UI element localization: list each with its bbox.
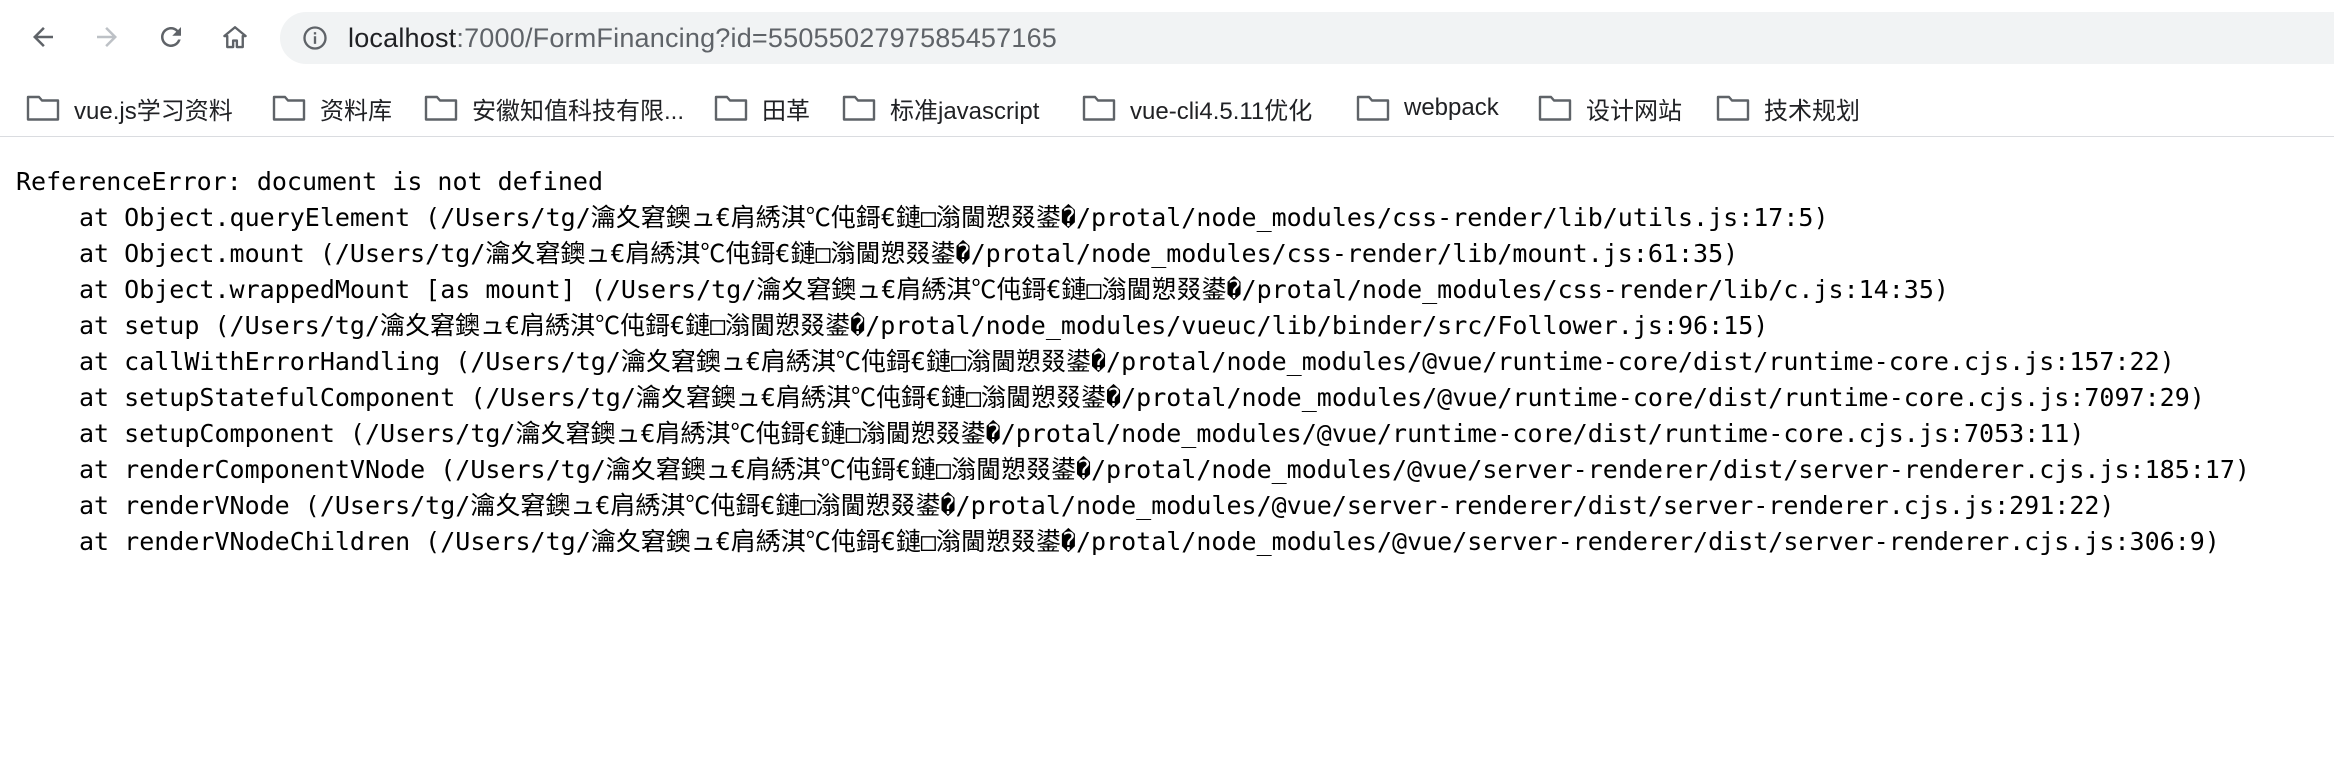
home-icon xyxy=(223,26,247,49)
bookmarks-bar: vue.js学习资料 资料库 安徽知值科技有限... 田革 标准javascri… xyxy=(0,80,2334,137)
bookmark-label: 设计网站 xyxy=(1586,97,1682,125)
stack-frame: at Object.wrappedMount [as mount] (/User… xyxy=(79,275,1949,304)
folder-icon xyxy=(1716,94,1750,122)
folder-icon xyxy=(272,94,306,122)
reload-button[interactable] xyxy=(148,14,194,60)
url-host: localhost xyxy=(348,22,457,53)
stack-frame: at setupStatefulComponent (/Users/tg/瀹夊窘… xyxy=(79,383,2205,412)
folder-icon xyxy=(714,94,748,122)
back-button[interactable] xyxy=(20,14,66,60)
bookmark-folder[interactable]: 安徽知值科技有限... xyxy=(424,88,684,128)
folder-icon xyxy=(842,94,876,122)
url-text[interactable]: localhost:7000/FormFinancing?id=55055027… xyxy=(348,23,1057,54)
bookmark-folder[interactable]: 资料库 xyxy=(272,88,392,128)
bookmark-label: vue.js学习资料 xyxy=(74,97,233,125)
folder-icon xyxy=(1082,94,1116,122)
bookmark-label: 技术规划 xyxy=(1764,97,1860,125)
stack-frame: at setup (/Users/tg/瀹夊窘鐭ュ€肩綉淇℃伅鎶€鏈□滃閫愬叕鍙… xyxy=(79,311,1769,340)
bookmark-label: 标准javascript xyxy=(890,97,1040,125)
arrow-left-icon xyxy=(33,27,53,47)
bookmark-folder[interactable]: 技术规划 xyxy=(1716,88,1860,128)
browser-toolbar: localhost:7000/FormFinancing?id=55055027… xyxy=(0,0,2334,76)
bookmark-folder[interactable]: webpack xyxy=(1356,88,1499,128)
stack-frame: at renderComponentVNode (/Users/tg/瀹夊窘鐭ュ… xyxy=(79,455,2250,484)
bookmark-folder[interactable]: 标准javascript xyxy=(842,88,1039,128)
address-bar[interactable]: localhost:7000/FormFinancing?id=55055027… xyxy=(280,12,2334,64)
bookmark-label: 安徽知值科技有限... xyxy=(472,97,685,125)
url-path: :7000/FormFinancing?id=55055027975854571… xyxy=(456,22,1058,53)
bookmark-folder[interactable]: 设计网站 xyxy=(1538,88,1682,128)
bookmark-label: 田革 xyxy=(762,97,810,125)
bookmark-folder[interactable]: vue.js学习资料 xyxy=(26,88,233,128)
folder-icon xyxy=(26,94,60,122)
folder-icon xyxy=(1356,94,1390,122)
arrow-right-icon xyxy=(97,27,117,47)
stack-frame: at Object.queryElement (/Users/tg/瀹夊窘鐭ュ€… xyxy=(79,203,1829,232)
bookmark-label: vue-cli4.5.11优化 xyxy=(1130,97,1313,125)
stack-frame: at callWithErrorHandling (/Users/tg/瀹夊窘鐭… xyxy=(79,347,2175,376)
page-content: ReferenceError: document is not defined … xyxy=(0,137,2334,764)
bookmark-label: webpack xyxy=(1404,94,1499,121)
home-button[interactable] xyxy=(212,14,258,60)
bookmark-folder[interactable]: 田革 xyxy=(714,88,810,128)
error-message: ReferenceError: document is not defined xyxy=(16,167,603,196)
bookmark-folder[interactable]: vue-cli4.5.11优化 xyxy=(1082,88,1312,128)
reload-icon xyxy=(161,27,181,47)
info-circle-icon[interactable] xyxy=(300,23,330,53)
stack-frame: at renderVNode (/Users/tg/瀹夊窘鐭ュ€肩綉淇℃伅鎶€鏈… xyxy=(79,491,2115,520)
folder-icon xyxy=(424,94,458,122)
stack-frame: at Object.mount (/Users/tg/瀹夊窘鐭ュ€肩綉淇℃伅鎶€… xyxy=(79,239,1739,268)
stack-frame: at setupComponent (/Users/tg/瀹夊窘鐭ュ€肩綉淇℃伅… xyxy=(79,419,2085,448)
folder-icon xyxy=(1538,94,1572,122)
stack-frame: at renderVNodeChildren (/Users/tg/瀹夊窘鐭ュ€… xyxy=(79,527,2220,556)
bookmark-label: 资料库 xyxy=(320,97,392,125)
forward-button[interactable] xyxy=(84,14,130,60)
